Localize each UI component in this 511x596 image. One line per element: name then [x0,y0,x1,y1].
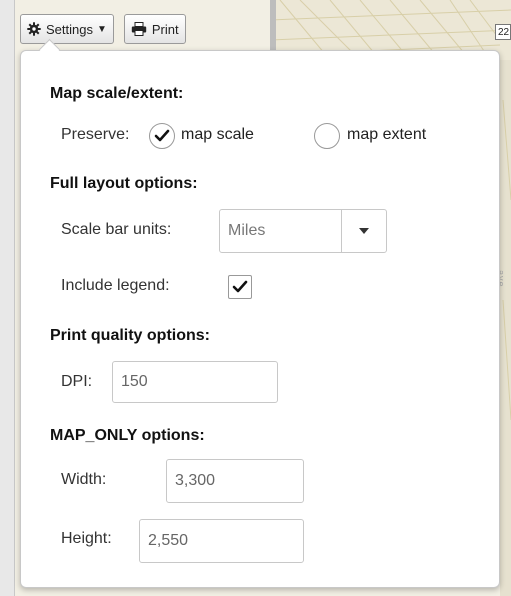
scale-bar-units-select[interactable]: Miles [219,209,387,253]
caret-down-icon[interactable] [341,210,386,252]
map-extent-option-label[interactable]: map extent [347,126,426,144]
caret-down-icon: ▼ [96,23,107,35]
width-input[interactable]: 3,300 [166,459,304,503]
full-layout-heading: Full layout options: [50,175,198,192]
print-button-label: Print [151,21,179,37]
print-quality-heading: Print quality options: [50,327,210,344]
print-button[interactable]: Print [123,14,186,44]
preserve-label: Preserve: [61,126,130,143]
map-extent-radio[interactable] [314,123,340,149]
check-icon [232,280,248,293]
left-panel-edge [0,0,15,596]
print-toolbar: Settings ▼ Print [20,14,186,46]
map-only-heading: MAP_ONLY options: [50,427,205,444]
dpi-label: DPI: [61,373,93,390]
include-legend-label: Include legend: [61,277,170,294]
map-scale-option-label[interactable]: map scale [181,126,254,144]
check-icon [154,129,170,142]
settings-button[interactable]: Settings ▼ [20,14,114,44]
include-legend-checkbox[interactable] [228,275,252,299]
scale-bar-units-value: Miles [228,222,266,239]
map-scale-radio[interactable] [149,123,175,149]
print-settings-panel: Map scale/extent: Preserve: map scale ma… [20,50,500,588]
scale-bar-units-label: Scale bar units: [61,221,172,238]
height-label: Height: [61,530,112,547]
settings-button-label: Settings [46,21,93,37]
height-input[interactable]: 2,550 [139,519,304,563]
dpi-input[interactable]: 150 [112,361,278,403]
map-scale-heading: Map scale/extent: [50,85,184,102]
gear-icon [27,22,41,36]
printer-icon [131,22,147,36]
width-label: Width: [61,471,107,488]
map-corner-label: 22 [495,24,511,40]
